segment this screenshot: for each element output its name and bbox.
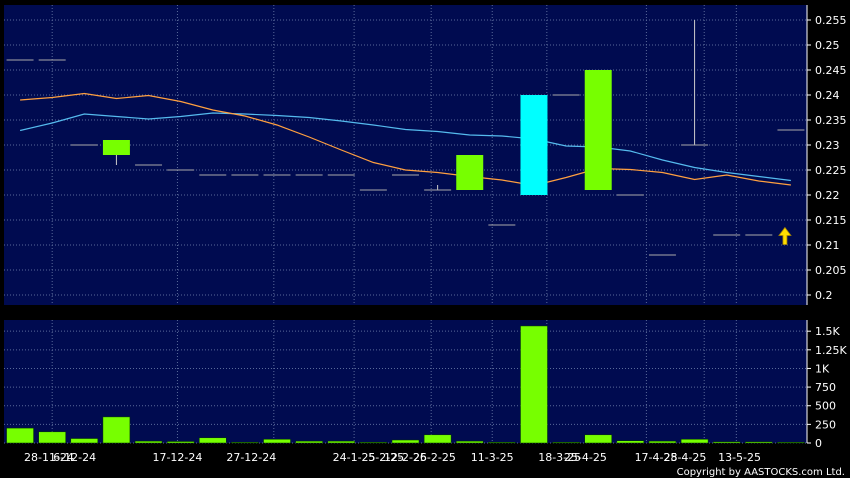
volume-bar: [488, 442, 516, 444]
volume-bar: [6, 427, 34, 444]
volume-bar: [263, 439, 291, 444]
x-tick-label: 6-12-24: [53, 451, 96, 464]
price-tick-label: 0.25: [815, 39, 840, 52]
volume-bar: [423, 434, 452, 444]
price-tick-label: 0.21: [815, 239, 840, 252]
copyright-text: Copyright by AASTOCKS.com Ltd.: [677, 467, 845, 478]
price-tick-label: 0.255: [815, 14, 847, 27]
volume-bar: [134, 440, 163, 444]
x-tick-label: 27-12-24: [226, 451, 276, 464]
volume-bar: [166, 441, 195, 444]
volume-bar: [455, 440, 484, 444]
volume-bar: [359, 442, 388, 444]
price-tick-label: 0.2: [815, 289, 833, 302]
x-tick-label: 26-2-25: [413, 451, 456, 464]
price-tick-label: 0.205: [815, 264, 847, 277]
volume-bar: [745, 441, 773, 444]
volume-tick-label: 1K: [815, 362, 830, 375]
volume-bar: [777, 442, 805, 444]
volume-tick-label: 250: [815, 418, 836, 431]
x-tick-label: 13-5-25: [718, 451, 761, 464]
price-tick-label: 0.235: [815, 114, 847, 127]
price-panel: 0.2 0.205 0.21 0.215 0.22 0.225 0.23 0.235 0.24 0…: [4, 5, 847, 305]
volume-tick-label: 1.5K: [815, 325, 840, 338]
volume-bar: [295, 440, 323, 444]
volume-tick-label: 1.25K: [815, 344, 847, 357]
volume-bar: [231, 442, 259, 444]
volume-bar: [616, 440, 645, 444]
volume-bar: [327, 440, 356, 444]
volume-bar: [70, 438, 99, 444]
x-tick-label: 28-4-25: [663, 451, 706, 464]
volume-bar: [38, 431, 66, 444]
volume-panel: 0 250 500 750 1K 1.25K 1.5K: [4, 320, 847, 450]
volume-bar: [520, 325, 548, 444]
candle-up: [584, 70, 612, 190]
volume-bar: [712, 441, 741, 444]
volume-bar: [584, 434, 612, 444]
x-axis: 28-11-246-12-24 17-12-24 27-12-24 24-1-255-…: [24, 451, 761, 464]
volume-bar: [199, 437, 227, 444]
volume-bar: [552, 442, 580, 444]
price-tick-label: 0.215: [815, 214, 847, 227]
candle-up: [456, 155, 484, 190]
price-tick-label: 0.245: [815, 64, 847, 77]
x-tick-label: 11-3-25: [471, 451, 514, 464]
volume-bar: [391, 439, 420, 444]
volume-tick-label: 0: [815, 437, 822, 450]
price-tick-label: 0.225: [815, 164, 847, 177]
volume-bar: [102, 416, 131, 444]
x-tick-label: 25-4-25: [564, 451, 607, 464]
candle-up: [102, 140, 130, 155]
price-tick-label: 0.24: [815, 89, 840, 102]
price-tick-label: 0.22: [815, 189, 840, 202]
price-tick-label: 0.23: [815, 139, 840, 152]
volume-tick-label: 750: [815, 381, 836, 394]
volume-tick-label: 500: [815, 400, 836, 413]
volume-bar: [680, 439, 709, 444]
stock-chart: 0.2 0.205 0.21 0.215 0.22 0.225 0.23 0.235 0.24 0…: [4, 5, 847, 478]
volume-bar: [648, 440, 677, 444]
x-tick-label: 17-12-24: [152, 451, 202, 464]
candle-down: [520, 95, 548, 195]
